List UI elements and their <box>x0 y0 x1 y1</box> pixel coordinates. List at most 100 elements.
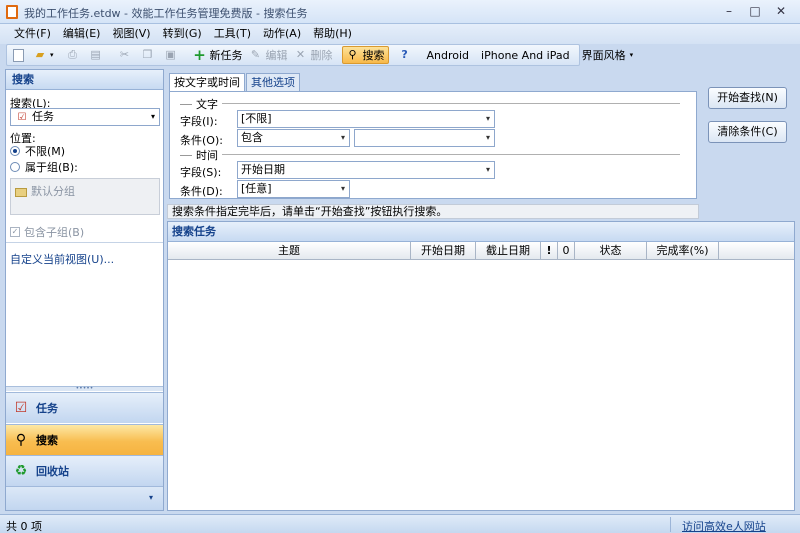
theme-button[interactable]: 界面风格 ▾ <box>579 46 637 64</box>
radio-dot <box>10 162 20 172</box>
column-priority[interactable]: ! <box>541 242 558 259</box>
column-subject[interactable]: 主题 <box>168 242 411 259</box>
item-count: 共 0 项 <box>6 520 42 533</box>
search-hint: 搜索条件指定完毕后，请单击“开始查找”按钮执行搜索。 <box>167 204 699 219</box>
text-group-label: 文字 <box>196 98 218 111</box>
chevron-down-icon: ▾ <box>340 184 345 193</box>
print-button[interactable]: ⎙ <box>63 46 86 64</box>
chevron-down-icon: ▾ <box>50 51 54 59</box>
delete-icon: ✕ <box>295 48 306 61</box>
toolbar: ▰ ▾ ⎙ ▤ ✂ ❐ ▣ + 新任务 ✎ 编辑 ✕ 删除 ⚲ 搜索 ? Android … <box>6 44 633 66</box>
iphone-button[interactable]: iPhone And iPad <box>478 46 573 64</box>
window-title: 我的工作任务.etdw - 效能工作任务管理免费版 - 搜索任务 <box>24 7 308 20</box>
copy-button[interactable]: ❐ <box>138 46 161 64</box>
text-keyword-combobox[interactable]: ▾ <box>354 129 495 147</box>
custom-view-link[interactable]: 自定义当前视图(U)... <box>10 251 114 267</box>
close-button[interactable]: ✕ <box>770 3 792 19</box>
time-field-select[interactable]: 开始日期 ▾ <box>237 161 495 179</box>
cut-icon: ✂ <box>119 48 130 61</box>
plus-icon: + <box>193 46 206 64</box>
menu-edit[interactable]: 编辑(E) <box>57 24 107 44</box>
search-icon: ⚲ <box>15 432 27 448</box>
cut-button[interactable]: ✂ <box>115 46 138 64</box>
results-title: 搜索任务 <box>168 222 794 242</box>
new-document-button[interactable] <box>10 46 30 64</box>
text-condition-label: 条件(O): <box>180 134 223 147</box>
include-subgroups-checkbox[interactable]: ✓ 包含子组(B) <box>10 224 84 240</box>
nav-search-label: 搜索 <box>36 434 58 447</box>
print-preview-button[interactable]: ▤ <box>86 46 109 64</box>
sidebar: 搜索 搜索(L): ☑ 任务 ▾ 位置: 不限(M) 属于组(B): 默认分组 ✓… <box>5 69 164 511</box>
time-condition-label: 条件(D): <box>180 185 223 198</box>
search-type-value: 任务 <box>32 110 54 123</box>
text-field-select[interactable]: [不限] ▾ <box>237 110 495 128</box>
group-line <box>180 103 192 105</box>
text-field-value: [不限] <box>241 112 272 125</box>
chevron-down-icon: ▾ <box>485 114 490 123</box>
minimize-button[interactable]: – <box>718 3 740 19</box>
edit-button[interactable]: ✎ 编辑 <box>246 46 291 64</box>
results-header-row: 主题 开始日期 截止日期 ! 0 状态 完成率(%) <box>168 242 794 260</box>
text-condition-select[interactable]: 包含 ▾ <box>237 129 350 147</box>
android-button[interactable]: Android <box>424 46 473 64</box>
delete-label: 删除 <box>310 49 333 62</box>
column-attachment[interactable]: 0 <box>558 242 575 259</box>
menu-actions[interactable]: 动作(A) <box>257 24 307 44</box>
time-field-label: 字段(S): <box>180 166 222 179</box>
menu-goto[interactable]: 转到(G) <box>157 24 208 44</box>
start-search-button[interactable]: 开始查找(N) <box>708 87 787 109</box>
radio-unlimited[interactable]: 不限(M) <box>10 143 65 159</box>
time-group-title: 时间 <box>180 147 218 163</box>
search-label: 搜索 <box>362 49 385 62</box>
radio-in-group[interactable]: 属于组(B): <box>10 159 78 175</box>
radio-in-group-label: 属于组(B): <box>25 161 78 174</box>
chevron-down-icon: ▾ <box>629 51 634 59</box>
column-due-date[interactable]: 截止日期 <box>476 242 541 259</box>
website-link[interactable]: 访问高效e人网站 <box>682 518 766 533</box>
nav-tasks[interactable]: ☑ 任务 <box>6 392 163 423</box>
column-status[interactable]: 状态 <box>575 242 647 259</box>
new-task-button[interactable]: + 新任务 <box>190 46 246 64</box>
main-area: 按文字或时间 其他选项 文字 字段(I): [不限] ▾ 条件(O): 包含 ▾ ▾… <box>167 69 795 511</box>
menu-bar: 文件(F) 编辑(E) 视图(V) 转到(G) 工具(T) 动作(A) 帮助(H… <box>0 24 800 44</box>
column-completion[interactable]: 完成率(%) <box>647 242 719 259</box>
chevron-down-icon: ▾ <box>150 112 155 121</box>
radio-dot <box>10 146 20 156</box>
status-bar: 共 0 项 访问高效e人网站 <box>0 514 800 533</box>
search-criteria-panel: 文字 字段(I): [不限] ▾ 条件(O): 包含 ▾ ▾ 时间 字段(S): 开… <box>169 91 697 199</box>
tab-other-options[interactable]: 其他选项 <box>246 73 300 91</box>
open-folder-icon: ▰ <box>35 48 45 61</box>
delete-button[interactable]: ✕ 删除 <box>291 46 336 64</box>
search-button[interactable]: ⚲ 搜索 <box>341 46 389 64</box>
help-button[interactable]: ? <box>395 46 418 64</box>
chevron-down-icon: ▾ <box>485 133 490 142</box>
nav-search[interactable]: ⚲ 搜索 <box>6 424 163 455</box>
text-condition-value: 包含 <box>241 131 263 144</box>
search-type-select[interactable]: ☑ 任务 ▾ <box>10 108 160 126</box>
menu-tools[interactable]: 工具(T) <box>208 24 257 44</box>
time-condition-select[interactable]: [任意] ▾ <box>237 180 350 198</box>
pane-splitter[interactable]: ••••• <box>6 386 163 392</box>
new-document-icon <box>13 48 24 62</box>
nav-recycle-bin[interactable]: ♻ 回收站 <box>6 455 163 486</box>
clear-conditions-button[interactable]: 清除条件(C) <box>708 121 787 143</box>
column-start-date[interactable]: 开始日期 <box>411 242 476 259</box>
paste-button[interactable]: ▣ <box>161 46 184 64</box>
search-tabs: 按文字或时间 其他选项 <box>169 73 300 91</box>
maximize-button[interactable]: □ <box>744 3 766 19</box>
text-group-title: 文字 <box>180 96 218 112</box>
paste-icon: ▣ <box>165 48 176 61</box>
group-line <box>180 154 192 156</box>
tab-text-time[interactable]: 按文字或时间 <box>169 73 245 91</box>
title-bar: 我的工作任务.etdw - 效能工作任务管理免费版 - 搜索任务 – □ ✕ <box>0 0 800 24</box>
group-list[interactable]: 默认分组 <box>10 178 160 215</box>
menu-view[interactable]: 视图(V) <box>106 24 156 44</box>
open-button[interactable]: ▰ ▾ <box>30 46 57 64</box>
search-icon: ⚲ <box>348 48 357 61</box>
edit-icon: ✎ <box>250 48 261 61</box>
nav-options-button[interactable]: ▾ <box>6 486 163 510</box>
sidebar-divider <box>6 242 163 243</box>
menu-help[interactable]: 帮助(H) <box>307 24 358 44</box>
menu-file[interactable]: 文件(F) <box>8 24 57 44</box>
new-task-label: 新任务 <box>209 49 243 62</box>
